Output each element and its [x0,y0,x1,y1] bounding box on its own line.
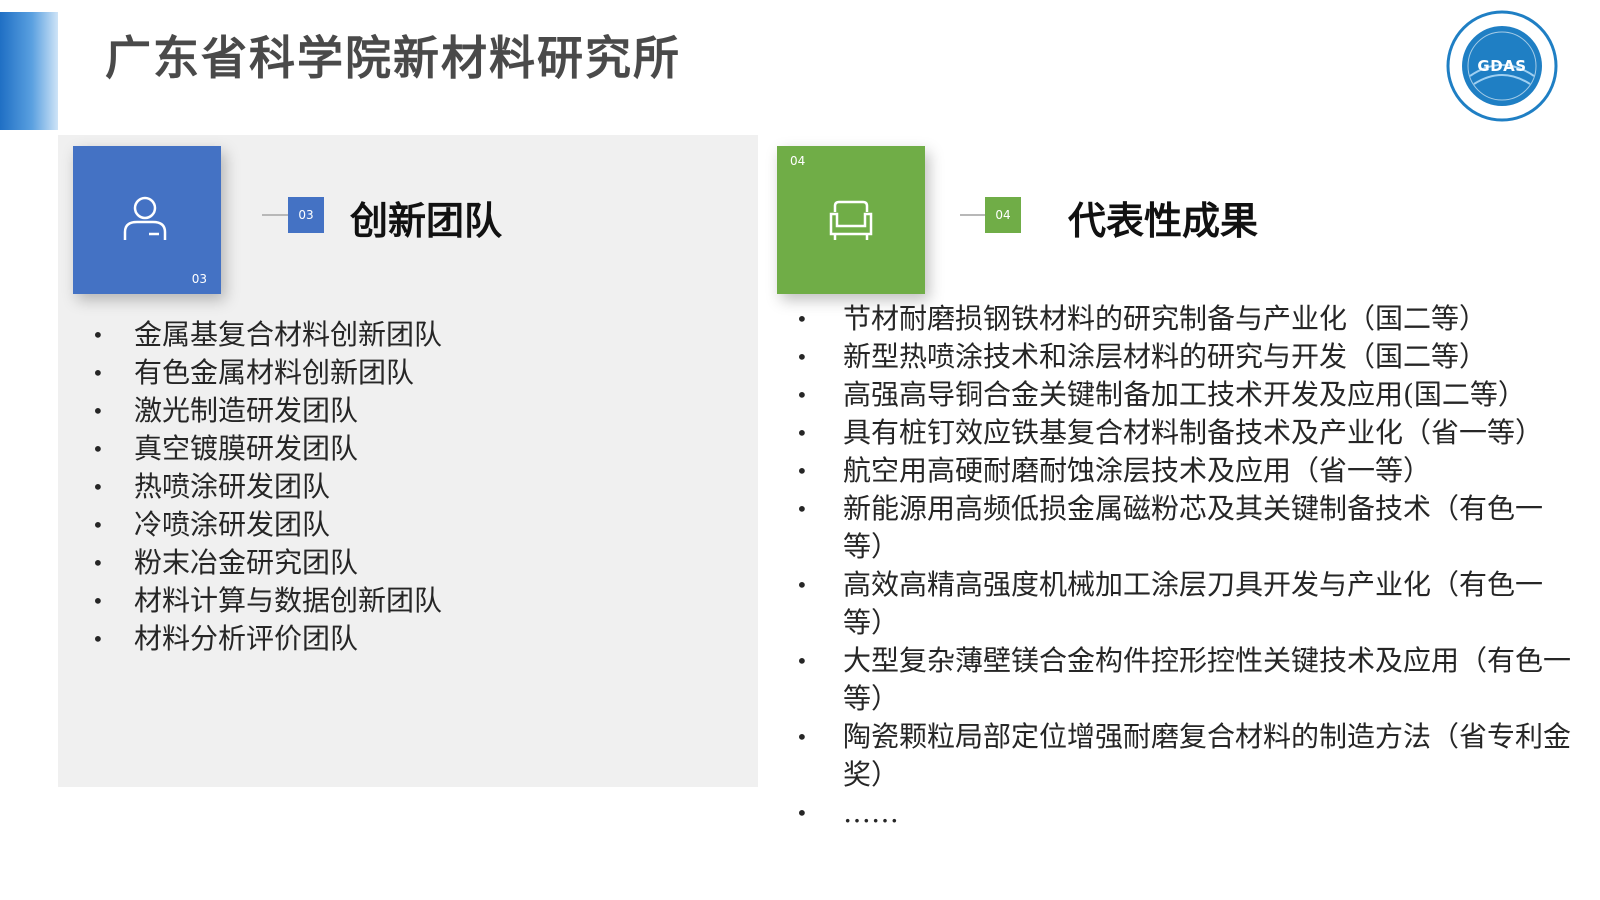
bullet-icon: • [796,573,808,597]
section-heading-team: 创新团队 [350,199,503,243]
page-title: 广东省科学院新材料研究所 [105,31,681,85]
bullet-icon: • [796,725,808,749]
bullet-icon: • [92,551,104,575]
bullet-icon: • [92,361,104,385]
title-accent-bar [0,12,58,130]
bullet-icon: • [92,323,104,347]
list-item: • 金属基复合材料创新团队 [92,316,732,354]
bullet-icon: • [796,497,808,521]
list-item: • 材料分析评价团队 [92,620,732,658]
results-icon-tile: 04 [777,146,925,294]
bullet-icon: • [92,513,104,537]
list-item: •…… [796,794,1580,832]
list-item: • 激光制造研发团队 [92,392,732,430]
results-list: • 节材耐磨损钢铁材料的研究制备与产业化（国二等） • 新型热喷涂技术和涂层材料的研… [796,300,1580,832]
sofa-icon [829,200,873,240]
team-list: • 金属基复合材料创新团队 • 有色金属材料创新团队 • 激光制造研发团队 • 真空镀膜… [92,316,732,658]
section-badge: 04 [985,197,1021,233]
bullet-icon: • [796,307,808,331]
logo-text: GDAS [1477,57,1527,75]
bullet-icon: • [92,475,104,499]
bullet-icon: • [92,399,104,423]
heading-connector-line [262,214,288,216]
list-item: • 有色金属材料创新团队 [92,354,732,392]
user-icon [123,196,167,240]
list-item: • 新能源用高频低损金属磁粉芯及其关键制备技术（有色一等） [796,492,1544,563]
bullet-icon: • [796,459,808,483]
list-item: • 材料计算与数据创新团队 [92,582,732,620]
bullet-icon: • [796,345,808,369]
list-item: • 高强高导铜合金关键制备加工技术开发及应用(国二等） [796,376,1580,414]
list-item: • 大型复杂薄壁镁合金构件控形控性关键技术及应用（有色一等） [796,644,1572,715]
list-item: • 航空用高硬耐磨耐蚀涂层技术及应用（省一等） [796,452,1580,490]
list-item: • 真空镀膜研发团队 [92,430,732,468]
heading-connector-line [960,214,986,216]
bullet-icon: • [92,437,104,461]
list-item: • 陶瓷颗粒局部定位增强耐磨复合材料的制造方法（省专利金奖） [796,720,1572,791]
list-item: • 热喷涂研发团队 [92,468,732,506]
tile-number: 03 [191,272,207,286]
bullet-icon: • [796,421,808,445]
section-badge: 03 [288,197,324,233]
list-item: • 新型热喷涂技术和涂层材料的研究与开发（国二等） [796,338,1580,376]
bullet-icon: • [796,383,808,407]
gdas-logo: GDAS [1446,10,1558,122]
list-item: • 节材耐磨损钢铁材料的研究制备与产业化（国二等） [796,300,1580,338]
section-heading-results: 代表性成果 [1068,199,1259,243]
tile-number: 04 [790,154,806,168]
list-item: • 具有桩钉效应铁基复合材料制备技术及产业化（省一等） [796,414,1580,452]
bullet-icon: • [92,627,104,651]
list-item: • 冷喷涂研发团队 [92,506,732,544]
team-icon-tile: 03 [73,146,221,294]
bullet-icon: • [796,649,808,673]
list-item: • 粉末冶金研究团队 [92,544,732,582]
list-item: • 高效高精高强度机械加工涂层刀具开发与产业化（有色一等） [796,568,1544,639]
bullet-icon: • [92,589,104,613]
bullet-icon: • [796,801,808,825]
